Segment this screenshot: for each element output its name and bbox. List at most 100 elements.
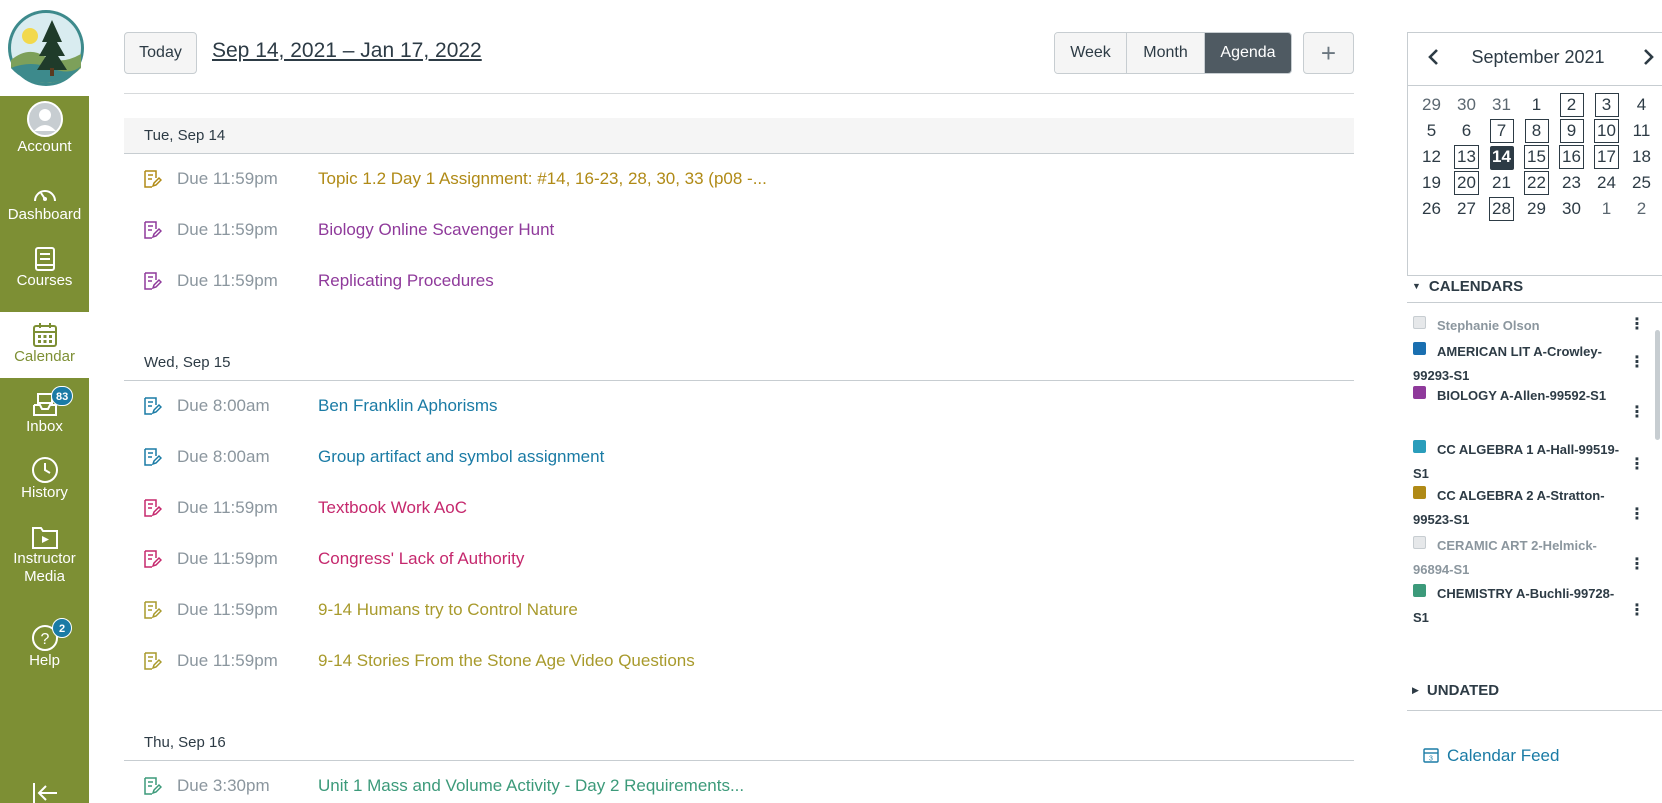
undated-section-toggle[interactable]: ▶ UNDATED xyxy=(1412,682,1499,699)
agenda-event-row[interactable]: Due 11:59pm Congress' Lack of Authority xyxy=(124,544,1354,574)
agenda-view-button[interactable]: Agenda xyxy=(1205,33,1291,73)
month-view-button[interactable]: Month xyxy=(1127,33,1205,73)
mini-calendar-day[interactable]: 11 xyxy=(1624,119,1659,143)
agenda-event-row[interactable]: Due 8:00am Group artifact and symbol assi… xyxy=(124,442,1354,472)
mini-calendar-day[interactable]: 1 xyxy=(1519,93,1554,117)
logo-container xyxy=(0,0,89,96)
mini-calendar-day[interactable]: 3 xyxy=(1589,93,1624,117)
calendars-section-toggle[interactable]: ▼ CALENDARS xyxy=(1412,278,1523,295)
collapse-nav-button[interactable] xyxy=(0,783,89,803)
event-title-link[interactable]: Biology Online Scavenger Hunt xyxy=(318,220,554,240)
mini-calendar-day[interactable]: 31 xyxy=(1484,93,1519,117)
event-title-link[interactable]: Topic 1.2 Day 1 Assignment: #14, 16-23, … xyxy=(318,169,767,189)
nav-calendar[interactable]: Calendar xyxy=(0,312,89,378)
calendars-scrollbar[interactable] xyxy=(1655,330,1660,440)
nav-account[interactable]: Account xyxy=(0,100,89,156)
nav-inbox[interactable]: 83 Inbox xyxy=(0,386,89,436)
event-title-link[interactable]: Unit 1 Mass and Volume Activity - Day 2 … xyxy=(318,776,744,796)
calendar-options-kebab-icon[interactable]: ⋮ xyxy=(1629,504,1645,523)
agenda-event-row[interactable]: Due 11:59pm Textbook Work AoC xyxy=(124,493,1354,523)
event-title-link[interactable]: 9-14 Stories From the Stone Age Video Qu… xyxy=(318,651,695,671)
mini-calendar-day[interactable]: 30 xyxy=(1554,197,1589,221)
mini-calendar-day[interactable]: 20 xyxy=(1449,171,1484,195)
agenda-event-row[interactable]: Due 11:59pm Biology Online Scavenger Hunt xyxy=(124,215,1354,245)
mini-calendar-day[interactable]: 28 xyxy=(1484,197,1519,221)
school-logo-icon[interactable] xyxy=(6,8,86,88)
calendar-options-kebab-icon[interactable]: ⋮ xyxy=(1629,402,1645,421)
event-due-time: Due 11:59pm xyxy=(177,549,278,568)
calendar-name: CHEMISTRY A-Buchli-99728-S1 xyxy=(1413,586,1615,625)
mini-calendar-day[interactable]: 21 xyxy=(1484,171,1519,195)
mini-calendar-day[interactable]: 19 xyxy=(1414,171,1449,195)
mini-calendar-day[interactable]: 22 xyxy=(1519,171,1554,195)
today-button[interactable]: Today xyxy=(124,32,197,74)
mini-calendar-day[interactable]: 2 xyxy=(1624,197,1659,221)
event-title-link[interactable]: Ben Franklin Aphorisms xyxy=(318,396,498,416)
mini-calendar-day[interactable]: 24 xyxy=(1589,171,1624,195)
agenda-event-row[interactable]: Due 3:30pm Unit 1 Mass and Volume Activit… xyxy=(124,771,1354,801)
calendar-toggle-item[interactable]: CC ALGEBRA 1 A-Hall-99519-S1 ⋮ xyxy=(1407,436,1652,482)
add-event-button[interactable]: + xyxy=(1303,32,1354,74)
mini-calendar-day[interactable]: 29 xyxy=(1414,93,1449,117)
previous-month-chevron-icon[interactable] xyxy=(1422,45,1446,69)
calendar-options-kebab-icon[interactable]: ⋮ xyxy=(1629,600,1645,619)
nav-history[interactable]: History xyxy=(0,456,89,502)
mini-calendar-day[interactable]: 17 xyxy=(1589,145,1624,169)
calendar-toggle-item[interactable]: BIOLOGY A-Allen-99592-S1 ⋮ xyxy=(1407,382,1652,428)
nav-instructor-media[interactable]: Instructor Media xyxy=(0,524,89,586)
mini-calendar-day[interactable]: 1 xyxy=(1589,197,1624,221)
event-title-link[interactable]: Group artifact and symbol assignment xyxy=(318,447,604,467)
mini-calendar-day[interactable]: 13 xyxy=(1449,145,1484,169)
calendar-options-kebab-icon[interactable]: ⋮ xyxy=(1629,352,1645,371)
agenda-event-row[interactable]: Due 11:59pm 9-14 Humans try to Control Na… xyxy=(124,595,1354,625)
mini-calendar-day[interactable]: 26 xyxy=(1414,197,1449,221)
calendar-feed-link[interactable]: 3 Calendar Feed xyxy=(1423,746,1559,766)
agenda-event-row[interactable]: Due 11:59pm 9-14 Stories From the Stone A… xyxy=(124,646,1354,676)
mini-calendar-day[interactable]: 23 xyxy=(1554,171,1589,195)
mini-calendar-day-number: 24 xyxy=(1597,173,1616,192)
next-month-chevron-icon[interactable] xyxy=(1636,45,1660,69)
mini-calendar-day[interactable]: 8 xyxy=(1519,119,1554,143)
mini-calendar-day[interactable]: 18 xyxy=(1624,145,1659,169)
agenda-event-row[interactable]: Due 11:59pm Replicating Procedures xyxy=(124,266,1354,296)
calendar-options-kebab-icon[interactable]: ⋮ xyxy=(1629,314,1645,333)
mini-calendar-day[interactable]: 7 xyxy=(1484,119,1519,143)
event-title-link[interactable]: Congress' Lack of Authority xyxy=(318,549,524,569)
mini-calendar-day[interactable]: 5 xyxy=(1414,119,1449,143)
mini-calendar-day[interactable]: 12 xyxy=(1414,145,1449,169)
nav-courses[interactable]: Courses xyxy=(0,246,89,290)
nav-courses-label: Courses xyxy=(16,272,73,289)
nav-inbox-label: Inbox xyxy=(26,418,63,435)
mini-calendar-day[interactable]: 27 xyxy=(1449,197,1484,221)
mini-calendar-day[interactable]: 6 xyxy=(1449,119,1484,143)
mini-calendar-day[interactable]: 2 xyxy=(1554,93,1589,117)
event-due-time: Due 8:00am xyxy=(177,447,270,466)
svg-text:3: 3 xyxy=(1429,756,1433,763)
mini-calendar-today[interactable]: 14 xyxy=(1484,145,1519,170)
mini-calendar-day[interactable]: 16 xyxy=(1554,145,1589,169)
mini-calendar-day[interactable]: 29 xyxy=(1519,197,1554,221)
date-range-link[interactable]: Sep 14, 2021 – Jan 17, 2022 xyxy=(212,39,482,63)
nav-dashboard[interactable]: Dashboard xyxy=(0,182,89,224)
calendar-options-kebab-icon[interactable]: ⋮ xyxy=(1629,454,1645,473)
agenda-event-row[interactable]: Due 11:59pm Topic 1.2 Day 1 Assignment: #… xyxy=(124,164,1354,194)
event-title-link[interactable]: 9-14 Humans try to Control Nature xyxy=(318,600,578,620)
calendar-toggle-item[interactable]: CHEMISTRY A-Buchli-99728-S1 ⋮ xyxy=(1407,580,1652,626)
calendar-toggle-item[interactable]: AMERICAN LIT A-Crowley-99293-S1 ⋮ xyxy=(1407,338,1652,384)
mini-calendar-day[interactable]: 25 xyxy=(1624,171,1659,195)
calendar-toggle-item[interactable]: CERAMIC ART 2-Helmick-96894-S1 ⋮ xyxy=(1407,532,1652,578)
mini-calendar-day[interactable]: 15 xyxy=(1519,145,1554,169)
mini-calendar-day[interactable]: 10 xyxy=(1589,119,1624,143)
agenda-event-row[interactable]: Due 8:00am Ben Franklin Aphorisms xyxy=(124,391,1354,421)
calendar-toggle-item[interactable]: CC ALGEBRA 2 A-Stratton-99523-S1 ⋮ xyxy=(1407,482,1652,528)
mini-calendar-day[interactable]: 9 xyxy=(1554,119,1589,143)
event-title-link[interactable]: Textbook Work AoC xyxy=(318,498,467,518)
mini-calendar-day-number: 11 xyxy=(1632,121,1651,140)
calendar-options-kebab-icon[interactable]: ⋮ xyxy=(1629,554,1645,573)
mini-calendar-day[interactable]: 4 xyxy=(1624,93,1659,117)
calendars-divider xyxy=(1407,302,1662,303)
event-title-link[interactable]: Replicating Procedures xyxy=(318,271,494,291)
week-view-button[interactable]: Week xyxy=(1055,33,1127,73)
nav-help[interactable]: ? 2 Help xyxy=(0,618,89,670)
mini-calendar-day[interactable]: 30 xyxy=(1449,93,1484,117)
